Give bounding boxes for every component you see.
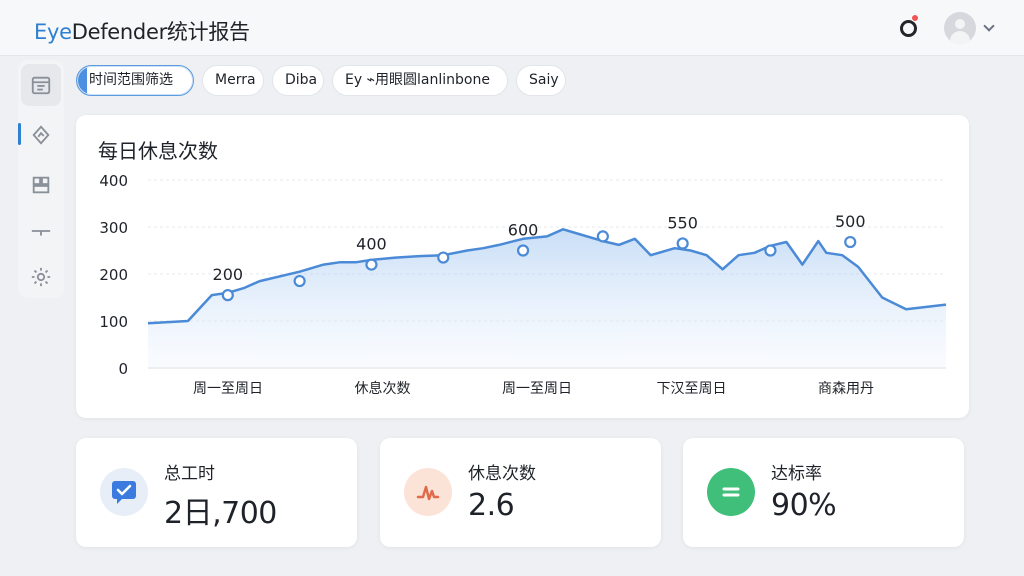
filter-chip-diba[interactable]: Diba (272, 65, 324, 96)
equal-icon (707, 468, 755, 516)
data-label: 500 (835, 212, 866, 231)
notification-bell-icon[interactable] (894, 14, 922, 42)
avatar[interactable] (944, 12, 976, 44)
avatar-body (950, 31, 970, 44)
chart-point[interactable] (764, 244, 777, 257)
x-tick-label: 周一至周日 (193, 381, 263, 397)
calendar-icon (31, 76, 51, 95)
app-title-rest: Defender统计报告 (71, 20, 250, 44)
app-title-brand: Eye (34, 20, 72, 44)
sidebar-item-trend[interactable] (21, 114, 61, 156)
y-tick-label: 0 (118, 360, 128, 378)
x-tick-label: 周一至周日 (502, 381, 572, 397)
stat-value: 90% (771, 488, 837, 523)
sidebar-item-divider[interactable] (21, 210, 61, 252)
data-label: 400 (356, 235, 387, 254)
chart-point[interactable] (437, 251, 450, 264)
y-tick-label: 100 (99, 313, 128, 331)
divider-icon (31, 230, 51, 236)
y-tick-label: 300 (99, 219, 128, 237)
x-tick-label: 商森用丹 (818, 381, 874, 397)
y-tick-label: 200 (99, 266, 128, 284)
report-icon (32, 176, 50, 194)
stat-label: 休息次数 (468, 464, 536, 484)
filter-chip-merra[interactable]: Merra (202, 65, 264, 96)
chart-title: 每日休息次数 (98, 139, 218, 163)
data-label: 600 (508, 221, 539, 240)
y-tick-label: 400 (99, 172, 128, 190)
stat-card-compliance: 达标率 90% (683, 438, 964, 547)
chart-point[interactable] (844, 235, 857, 249)
gear-icon (31, 267, 51, 287)
message-check-icon (100, 468, 148, 516)
chart-point[interactable] (516, 244, 530, 257)
trend-icon (32, 125, 50, 145)
filter-chip-saiy[interactable]: Saiy (516, 65, 566, 96)
data-label: 550 (667, 213, 698, 232)
stat-value: 2日,700 (164, 496, 277, 531)
top-bar: EyeDefender统计报告 (0, 0, 1024, 56)
sidebar-item-settings[interactable] (21, 256, 61, 298)
notification-dot (911, 14, 919, 22)
chart-point[interactable] (293, 274, 306, 288)
stat-card-total-work: 总工时 2日,700 (76, 438, 357, 547)
data-label: 200 (213, 265, 244, 284)
stat-label: 总工时 (164, 464, 215, 484)
avatar-head (955, 19, 965, 29)
filter-chip-eye-usage[interactable]: Ey ⌁用眼圆lanlinbone (332, 65, 508, 96)
filter-chip-time-range[interactable]: 时间范围筛选 (76, 65, 194, 96)
chart-card: 0 100 200 300 400 200 400 600 550 500 周一至周日 休息次数 周… (76, 115, 969, 418)
chevron-down-icon[interactable] (983, 20, 995, 32)
app-title: EyeDefender统计报告 (34, 16, 250, 46)
x-tick-label: 下汉至周日 (657, 381, 727, 397)
pulse-icon (404, 468, 452, 516)
sidebar-item-calendar[interactable] (21, 64, 61, 106)
x-tick-label: 休息次数 (355, 380, 411, 397)
chart-area (148, 229, 946, 368)
chart-point[interactable] (596, 230, 609, 243)
bell-ring (899, 19, 917, 37)
sidebar (18, 60, 64, 298)
sidebar-item-report[interactable] (21, 164, 61, 206)
chart-point[interactable] (221, 289, 234, 302)
stat-value: 2.6 (468, 488, 515, 523)
stat-label: 达标率 (771, 464, 822, 484)
stat-card-breaks: 休息次数 2.6 (380, 438, 661, 547)
chart-point[interactable] (676, 237, 689, 250)
chart-point[interactable] (365, 258, 378, 271)
